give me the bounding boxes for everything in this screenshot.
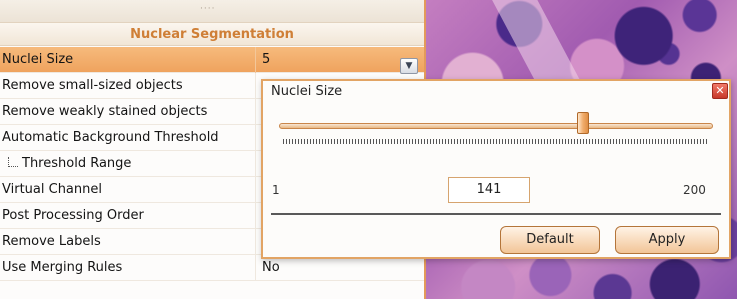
close-icon: ✕ [715, 84, 725, 97]
property-label: Remove weakly stained objects [2, 99, 256, 125]
property-label: Virtual Channel [2, 177, 256, 203]
popup-title: Nuclei Size [271, 84, 343, 99]
dropdown-button[interactable]: ▼ [400, 58, 418, 74]
nuclei-size-popup: Nuclei Size ✕ 1 141 200 Default Apply [261, 79, 731, 259]
slider-track[interactable] [279, 123, 713, 129]
slider-ticks [283, 139, 707, 144]
slider-value-input[interactable]: 141 [448, 177, 530, 203]
property-label: Nuclei Size [2, 47, 256, 73]
property-label: Threshold Range [2, 151, 256, 177]
apply-button[interactable]: Apply [615, 226, 719, 254]
property-label: Remove Labels [2, 229, 256, 255]
default-button[interactable]: Default [500, 226, 600, 254]
popup-divider [271, 213, 721, 215]
property-label: Use Merging Rules [2, 255, 256, 281]
panel-grip-bar[interactable]: ···· [0, 0, 424, 22]
slider-min-label: 1 [272, 183, 280, 197]
chevron-down-icon: ▼ [405, 61, 413, 71]
property-label: Remove small-sized objects [2, 73, 256, 99]
slider-max-label: 200 [683, 183, 706, 197]
property-value[interactable]: 5 [262, 47, 270, 73]
property-label: Automatic Background Threshold [2, 125, 256, 151]
section-title: Nuclear Segmentation [0, 22, 424, 46]
property-row-nuclei-size[interactable]: Nuclei Size 5 [0, 47, 424, 73]
slider-thumb[interactable] [576, 112, 589, 134]
close-button[interactable]: ✕ [712, 83, 728, 99]
property-label: Post Processing Order [2, 203, 256, 229]
grip-dots: ···· [200, 4, 216, 14]
